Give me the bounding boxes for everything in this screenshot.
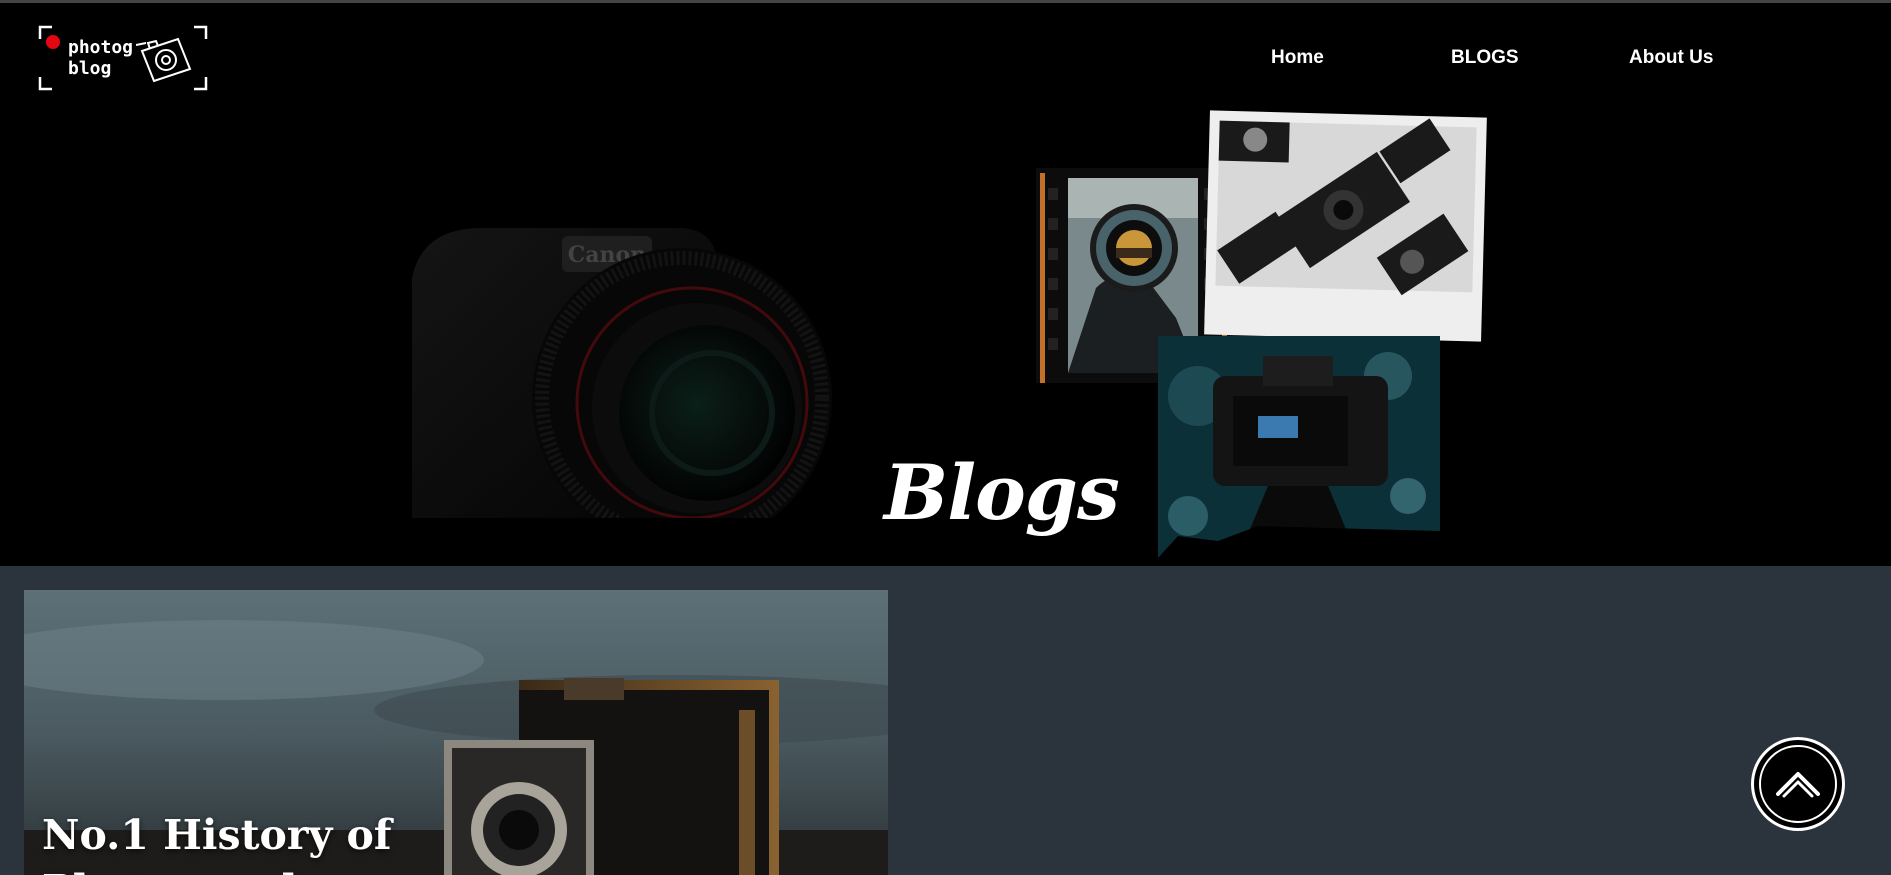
hero-camera-image: Canon	[412, 218, 842, 518]
scroll-to-top-button[interactable]	[1751, 737, 1845, 831]
nav-about-us[interactable]: About Us	[1629, 47, 1713, 69]
dslr-tripod-image	[1158, 336, 1440, 558]
blog-card[interactable]: No.1 History of Photography	[24, 590, 888, 875]
cameras-polaroid-image	[1204, 110, 1487, 342]
page-title: Blogs	[884, 447, 1120, 537]
blog-card-title: No.1 History of Photography	[42, 811, 392, 875]
nav-home[interactable]: Home	[1271, 47, 1324, 69]
hero-banner: photog blog Home BLOGS About Us Canon Bl…	[0, 3, 1891, 566]
main-nav: Home BLOGS About Us	[0, 47, 1891, 71]
chevron-up-icon	[1759, 745, 1837, 823]
nav-blogs[interactable]: BLOGS	[1451, 47, 1519, 69]
